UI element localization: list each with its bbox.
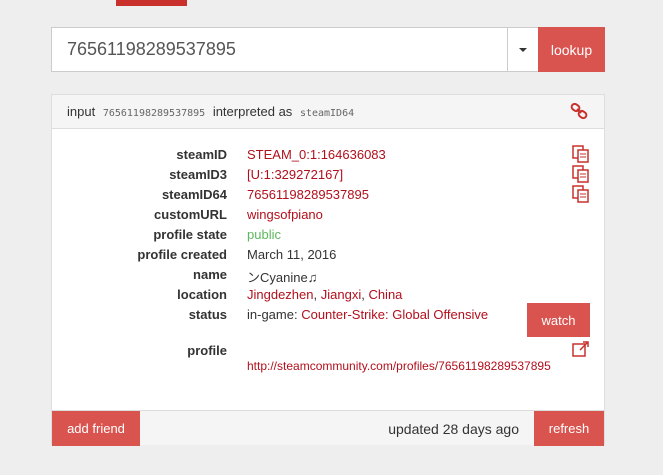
heading-prefix: input bbox=[67, 104, 96, 119]
row-status: status in-game: Counter-Strike: Global O… bbox=[52, 305, 604, 325]
row-steamid3: steamID3 [U:1:329272167] bbox=[52, 165, 604, 185]
row-customurl: customURL wingsofpiano bbox=[52, 205, 604, 225]
steamid-value[interactable]: STEAM_0:1:164636083 bbox=[247, 147, 386, 162]
copy-icon[interactable] bbox=[572, 165, 590, 186]
history-dropdown-button[interactable] bbox=[507, 27, 539, 72]
name-value: ンCyanine♫ bbox=[247, 270, 318, 285]
row-name: name ンCyanine♫ bbox=[52, 265, 604, 285]
row-label: status bbox=[188, 307, 227, 322]
steamid64-value[interactable]: 76561198289537895 bbox=[247, 187, 369, 202]
row-label: profile bbox=[187, 343, 227, 358]
copy-icon[interactable] bbox=[572, 185, 590, 206]
search-bar: lookup bbox=[51, 27, 605, 72]
add-friend-button[interactable]: add friend bbox=[52, 411, 140, 446]
link-icon[interactable] bbox=[570, 102, 588, 122]
heading-input-value: 76561198289537895 bbox=[102, 108, 206, 119]
lookup-button[interactable]: lookup bbox=[538, 27, 605, 72]
refresh-button[interactable]: refresh bbox=[534, 411, 604, 446]
row-label: profile state bbox=[153, 227, 227, 242]
external-link-icon[interactable] bbox=[572, 340, 590, 363]
caret-down-icon bbox=[519, 47, 527, 52]
heading-middle: interpreted as bbox=[212, 104, 293, 119]
copy-icon[interactable] bbox=[572, 145, 590, 166]
interpretation-text: input 76561198289537895 interpreted as s… bbox=[67, 104, 358, 119]
row-label: name bbox=[193, 267, 227, 282]
location-city-link[interactable]: Jingdezhen bbox=[247, 287, 314, 302]
profile-url-link[interactable]: http://steamcommunity.com/profiles/76561… bbox=[247, 359, 551, 373]
status-value: in-game: Counter-Strike: Global Offensiv… bbox=[247, 307, 488, 322]
customurl-value[interactable]: wingsofpiano bbox=[247, 207, 323, 222]
updated-text: updated 28 days ago bbox=[388, 421, 519, 437]
row-label: customURL bbox=[154, 207, 227, 222]
row-label: steamID3 bbox=[169, 167, 227, 182]
heading-interpreted-type: steamID64 bbox=[299, 108, 355, 119]
row-profile-state: profile state public bbox=[52, 225, 604, 245]
row-profile-created: profile created March 11, 2016 bbox=[52, 245, 604, 265]
profile-created-value: March 11, 2016 bbox=[247, 247, 337, 262]
steamid-search-input[interactable] bbox=[51, 27, 508, 72]
row-steamid64: steamID64 76561198289537895 bbox=[52, 185, 604, 205]
location-region-link[interactable]: Jiangxi bbox=[321, 287, 361, 302]
panel-footer: add friend updated 28 days ago refresh bbox=[52, 410, 604, 446]
row-label: steamID64 bbox=[161, 187, 227, 202]
row-label: location bbox=[177, 287, 227, 302]
row-profile: profile bbox=[52, 341, 604, 361]
steamid3-value[interactable]: [U:1:329272167] bbox=[247, 167, 343, 182]
row-label: profile created bbox=[137, 247, 227, 262]
location-value: Jingdezhen, Jiangxi, China bbox=[247, 287, 403, 302]
location-country-link[interactable]: China bbox=[368, 287, 402, 302]
row-label: steamID bbox=[176, 147, 227, 162]
row-steamid: steamID STEAM_0:1:164636083 bbox=[52, 145, 604, 165]
top-accent-bar bbox=[116, 0, 187, 6]
status-game-link[interactable]: Counter-Strike: Global Offensive bbox=[301, 307, 488, 322]
panel-heading: input 76561198289537895 interpreted as s… bbox=[52, 95, 604, 129]
watch-button[interactable]: watch bbox=[527, 303, 590, 337]
status-prefix: in-game: bbox=[247, 307, 298, 322]
result-panel: input 76561198289537895 interpreted as s… bbox=[51, 94, 605, 446]
row-location: location Jingdezhen, Jiangxi, China bbox=[52, 285, 604, 305]
profile-state-value: public bbox=[247, 227, 281, 242]
